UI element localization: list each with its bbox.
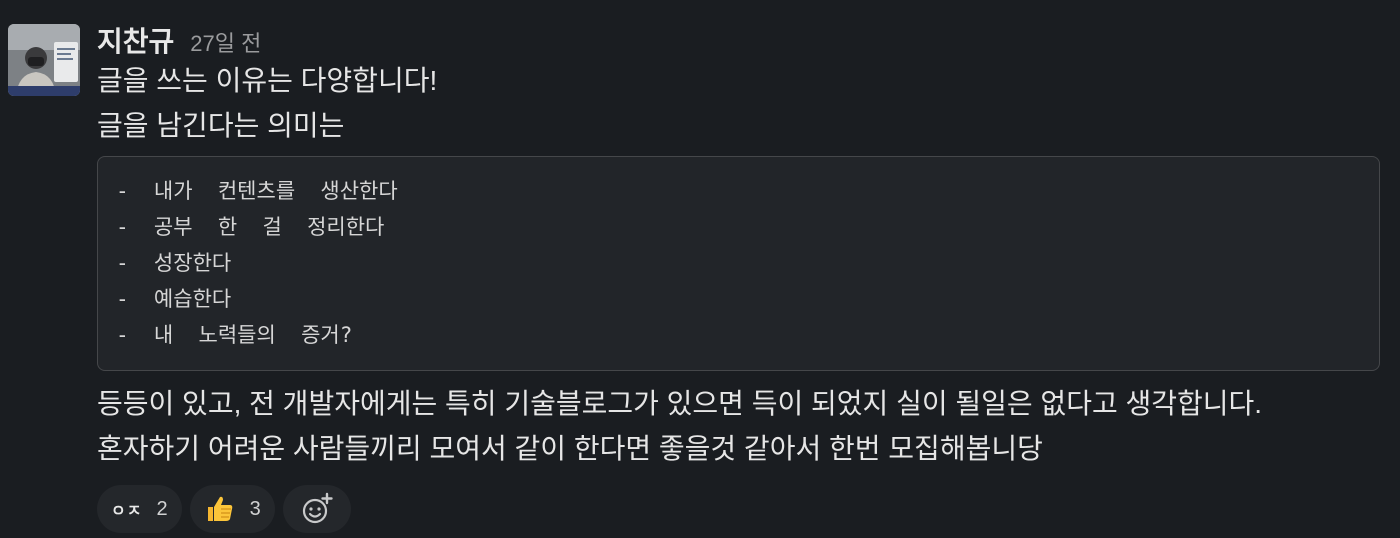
add-reaction-icon (300, 492, 334, 526)
code-line: - 예습한다 (116, 287, 232, 311)
message-line-4: 혼자하기 어려운 사람들끼리 모여서 같이 한다면 좋을것 같아서 한번 모집해… (97, 433, 1043, 464)
custom-text-emoji-icon: ㅇㅈ (111, 503, 143, 520)
code-line: - 공부 한 걸 정리한다 (116, 215, 385, 239)
message-line-2: 글을 남긴다는 의미는 (97, 110, 345, 141)
avatar[interactable] (8, 24, 80, 96)
reaction-count: 3 (249, 497, 261, 520)
message-line-1: 글을 쓰는 이유는 다양합니다! (97, 65, 438, 96)
reaction-count: 2 (156, 497, 168, 520)
author-name[interactable]: 지찬규 (97, 20, 174, 60)
reactions-bar: ㅇㅈ 2 3 (97, 485, 1380, 533)
code-line: - 내 노력들의 증거? (116, 323, 353, 347)
message-content: 지찬규 27일 전 글을 쓰는 이유는 다양합니다! 글을 남긴다는 의미는 -… (97, 20, 1380, 533)
message-line-3: 등등이 있고, 전 개발자에게는 특히 기술블로그가 있으면 득이 되었지 실이… (97, 388, 1263, 419)
message-header: 지찬규 27일 전 (97, 20, 1380, 58)
code-line: - 내가 컨텐츠를 생산한다 (116, 179, 398, 203)
code-block: - 내가 컨텐츠를 생산한다 - 공부 한 걸 정리한다 - 성장한다 - 예습… (97, 156, 1380, 371)
reaction-text-emoji[interactable]: ㅇㅈ 2 (97, 485, 182, 533)
thumbs-up-icon (204, 493, 236, 525)
avatar-photo (8, 24, 80, 96)
add-reaction-button[interactable] (282, 485, 351, 533)
code-line: - 성장한다 (116, 251, 232, 275)
message: 지찬규 27일 전 글을 쓰는 이유는 다양합니다! 글을 남긴다는 의미는 -… (0, 0, 1400, 538)
reaction-thumbs-up[interactable]: 3 (189, 485, 275, 533)
timestamp[interactable]: 27일 전 (190, 26, 261, 58)
